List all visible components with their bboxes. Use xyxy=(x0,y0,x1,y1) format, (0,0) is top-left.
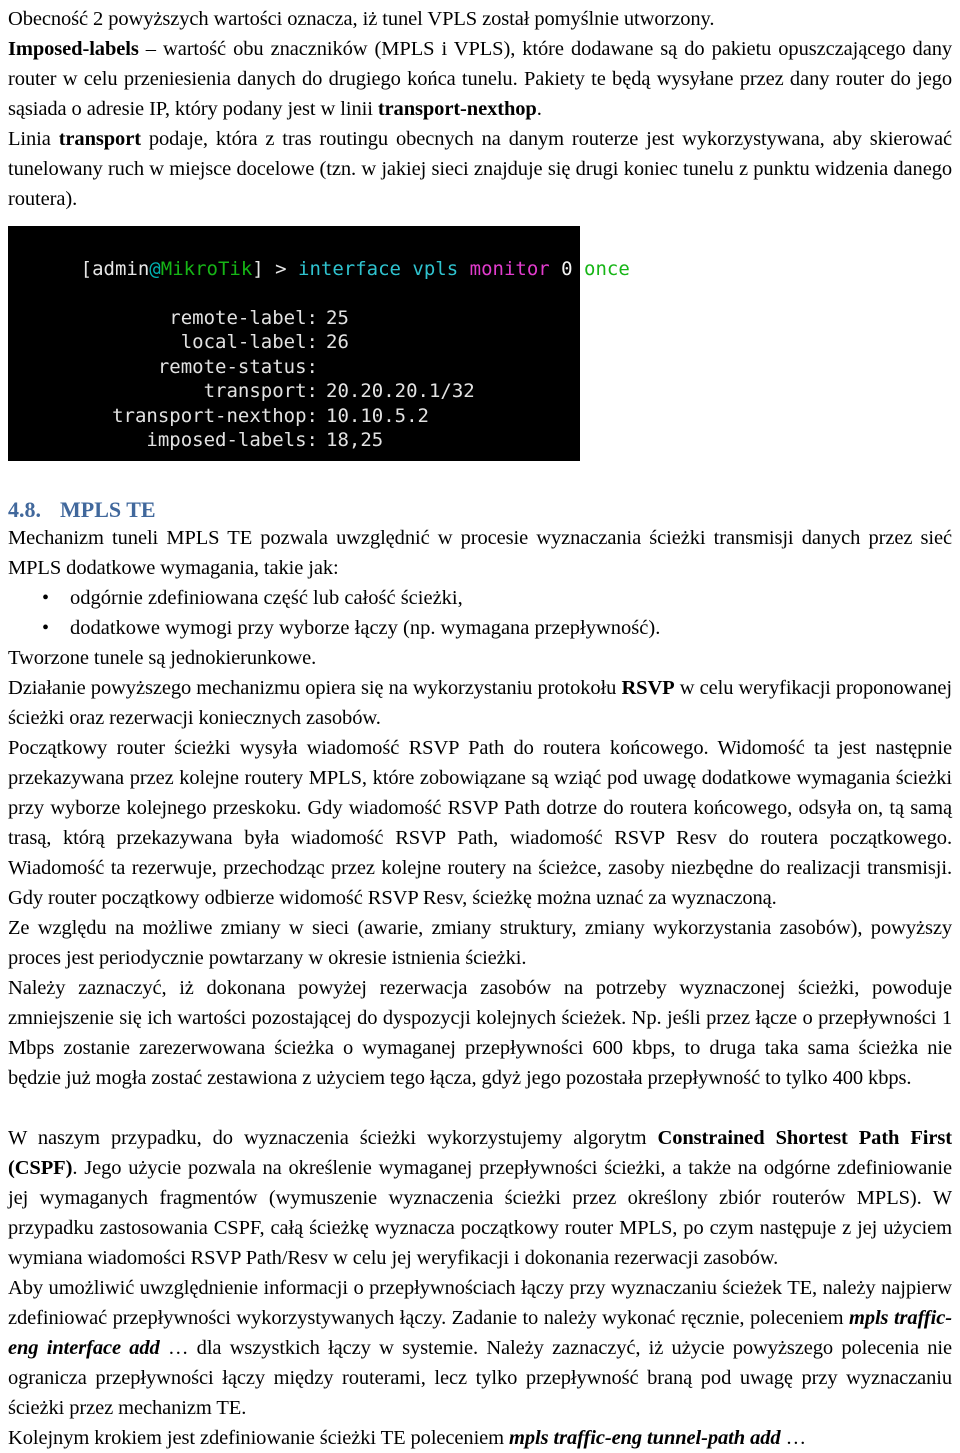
list-item-label: dodatkowe wymogi przy wyborze łączy (np.… xyxy=(70,616,661,639)
command-literal: mpls traffic-eng tunnel-path add xyxy=(509,1426,781,1449)
p-kolejnym-krokiem: Kolejnym krokiem jest zdefiniowanie ście… xyxy=(8,1423,952,1453)
bullet-dot-icon: • xyxy=(42,586,50,609)
emphasis-bold: transport-nexthop xyxy=(377,98,537,120)
terminal-output-row: remote-label: 25 xyxy=(8,306,580,331)
emphasis-bold: Imposed-labels xyxy=(8,38,139,60)
bullet-dot-icon: • xyxy=(42,616,50,639)
prompt-bracket-close: ] > xyxy=(252,257,299,280)
terminal-output-row: local-label: 26 xyxy=(8,330,580,355)
text-run: . Jego użycie pozwala na określenie wyma… xyxy=(8,1156,952,1269)
p-dzialanie: Działanie powyższego mechanizmu opiera s… xyxy=(8,673,952,733)
text-run: Kolejnym krokiem jest zdefiniowanie ście… xyxy=(8,1426,510,1449)
text-run: Działanie powyższego mechanizmu opiera s… xyxy=(8,676,622,699)
terminal-row-value: 20.20.20.1/32 xyxy=(326,380,475,402)
prompt-user: admin xyxy=(92,257,150,280)
text-run: podaje, która z tras routingu obecnych n… xyxy=(8,128,952,210)
terminal-row-key: remote-status: xyxy=(157,355,318,378)
p-tworzone: Tworzone tunele są jednokierunkowe. xyxy=(8,643,952,673)
text-run: Tworzone tunele są jednokierunkowe. xyxy=(8,646,317,669)
terminal-row-value: 18,25 xyxy=(326,429,384,451)
p-aby-umozliwic: Aby umożliwić uwzględnienie informacji o… xyxy=(8,1273,952,1423)
list-item: • odgórnie zdefiniowana część lub całość … xyxy=(8,583,952,613)
p-imposed-labels: Imposed-labels – wartość obu znaczników … xyxy=(8,34,952,124)
section-number: 4.8. xyxy=(8,496,41,522)
terminal-output-rows: remote-label: 25 local-label: 26 remote-stat… xyxy=(8,306,580,453)
terminal-option: once xyxy=(572,257,630,280)
prompt-bracket-open: [ xyxy=(80,257,93,280)
paragraph-block-mid: Mechanizm tuneli MPLS TE pozwala uwzględ… xyxy=(8,523,952,583)
terminal-output-row: transport: 20.20.20.1/32 xyxy=(8,379,580,404)
text-run: W naszym przypadku, do wyznaczenia ścież… xyxy=(8,1126,658,1149)
section-heading: 4.8. MPLS TE xyxy=(8,497,952,523)
requirements-bullet-list: • odgórnie zdefiniowana część lub całość … xyxy=(8,583,952,643)
p-poczatkowy: Początkowy router ścieżki wysyła wiadomo… xyxy=(8,733,952,913)
terminal-row-key: imposed-labels: xyxy=(146,429,318,451)
p-mechanizm: Mechanizm tuneli MPLS TE pozwala uwzględ… xyxy=(8,523,952,583)
terminal-output-row: imposed-labels: 18,25 xyxy=(8,428,580,453)
terminal-output-row: remote-status: xyxy=(8,355,580,380)
list-item-label: odgórnie zdefiniowana część lub całość ś… xyxy=(70,586,463,609)
terminal-row-value: 10.10.5.2 xyxy=(326,404,429,427)
p-zewzgledu: Ze względu na możliwe zmiany w sieci (aw… xyxy=(8,913,952,973)
p-nalezy-zaznaczyc: Należy zaznaczyć, iż dokonana powyżej re… xyxy=(8,973,952,1093)
prompt-host: MikroTik xyxy=(160,257,253,280)
paragraph-block-bottom: W naszym przypadku, do wyznaczenia ścież… xyxy=(8,1123,952,1453)
text-run: Aby umożliwić uwzględnienie informacji o… xyxy=(8,1276,952,1329)
text-run: Należy zaznaczyć, iż dokonana powyżej re… xyxy=(8,976,952,1089)
terminal-command: interface vpls xyxy=(298,257,470,280)
terminal-row-key: local-label: xyxy=(180,331,318,353)
p-cspf: W naszym przypadku, do wyznaczenia ścież… xyxy=(8,1123,952,1273)
paragraph-block-top: Obecność 2 powyższych wartości oznacza, … xyxy=(8,4,952,214)
terminal-output-row: transport-nexthop: 10.10.5.2 xyxy=(8,404,580,429)
emphasis-bold: RSVP xyxy=(621,676,675,699)
text-run: Początkowy router ścieżki wysyła wiadomo… xyxy=(8,736,952,909)
text-run: … xyxy=(780,1426,807,1449)
terminal-argument: 0 xyxy=(561,257,573,280)
terminal-row-key: remote-label: xyxy=(169,306,318,329)
text-run: . xyxy=(536,98,542,120)
document-page: Obecność 2 powyższych wartości oznacza, … xyxy=(0,0,960,1449)
text-run: Obecność 2 powyższych wartości oznacza, … xyxy=(8,8,715,30)
emphasis-bold: transport xyxy=(58,128,141,150)
terminal-row-value xyxy=(318,355,326,380)
terminal-row-value: 25 xyxy=(326,306,349,329)
text-run: Ze względu na możliwe zmiany w sieci (aw… xyxy=(8,916,952,969)
p-obecnosc: Obecność 2 powyższych wartości oznacza, … xyxy=(8,4,952,34)
text-run: Mechanizm tuneli MPLS TE pozwala uwzględ… xyxy=(8,526,952,579)
p-linia-transport: Linia transport podaje, która z tras rou… xyxy=(8,124,952,214)
terminal-prompt-line: [admin@MikroTik] > interface vpls monito… xyxy=(8,232,630,306)
section-title: MPLS TE xyxy=(60,496,156,522)
text-run: Linia xyxy=(8,128,59,150)
terminal-row-value: 26 xyxy=(326,331,349,353)
terminal-row-key: transport-nexthop: xyxy=(112,404,318,427)
prompt-at-symbol: @ xyxy=(149,257,161,280)
list-item: • dodatkowe wymogi przy wyborze łączy (np… xyxy=(8,613,952,643)
terminal-row-key: transport: xyxy=(203,380,318,402)
mikrotik-cli-screenshot: [admin@MikroTik] > interface vpls monito… xyxy=(8,226,630,461)
paragraph-block-after-bullets: Tworzone tunele są jednokierunkowe. Dział… xyxy=(8,643,952,1093)
terminal-subcommand: monitor xyxy=(469,257,562,280)
